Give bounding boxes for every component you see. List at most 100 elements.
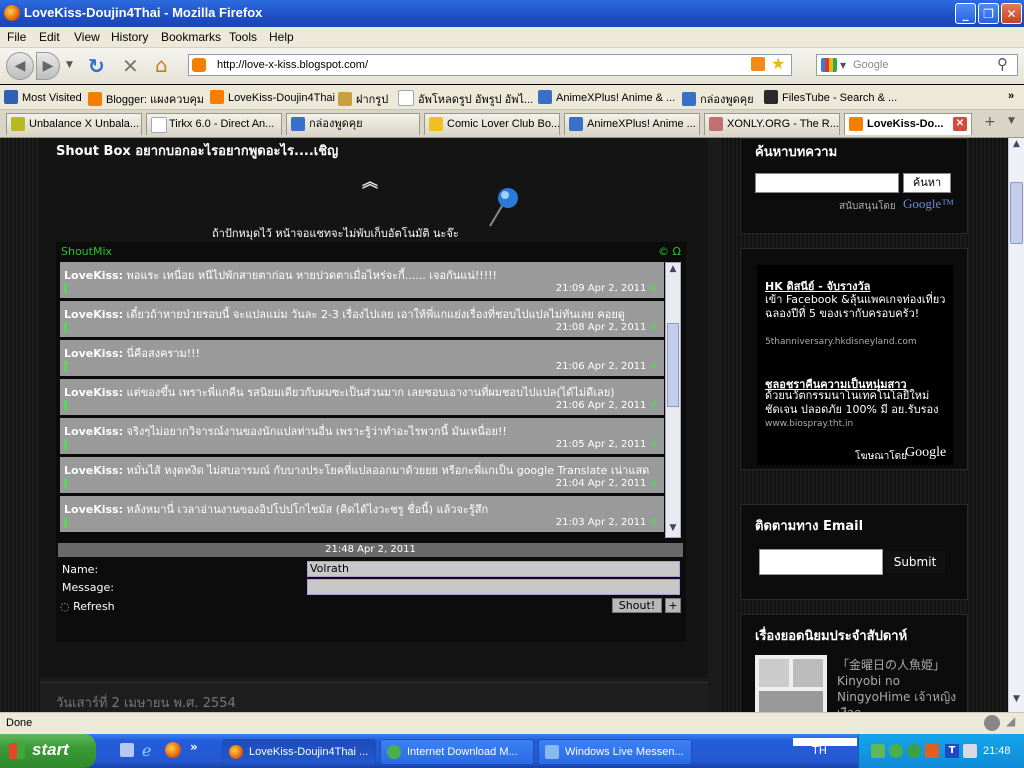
shout-button[interactable]: Shout! bbox=[612, 598, 662, 613]
blog-search-button[interactable]: ค้นหา bbox=[903, 173, 951, 193]
search-bar[interactable]: ▼ Google ⚲ bbox=[816, 54, 1018, 76]
tab-comic-lover[interactable]: Comic Lover Club Bo... bbox=[424, 113, 560, 135]
addon-status-icon[interactable] bbox=[984, 715, 1000, 731]
history-dropdown-icon[interactable]: ▼ bbox=[66, 60, 73, 70]
menu-bookmarks[interactable]: Bookmarks bbox=[161, 30, 221, 44]
bookmark-lovekiss[interactable]: LoveKiss-Doujin4Thai bbox=[210, 90, 335, 104]
quicklaunch-overflow-icon[interactable]: » bbox=[190, 740, 198, 754]
bookmark-animexplus[interactable]: AnimeXPlus! Anime & ... bbox=[538, 90, 675, 104]
tab-favicon-icon bbox=[429, 117, 443, 131]
stop-icon[interactable]: ✕ bbox=[122, 54, 139, 78]
tab-list-icon[interactable]: ▼ bbox=[1008, 116, 1015, 126]
more-options-button[interactable]: + bbox=[665, 598, 681, 613]
permalink-icon[interactable]: # bbox=[650, 322, 658, 333]
bookmark-most-visited[interactable]: Most Visited bbox=[4, 90, 82, 104]
ads-by-text[interactable]: โฆษณาโดย bbox=[855, 449, 907, 464]
tab-unbalance[interactable]: Unbalance X Unbala... bbox=[6, 113, 142, 135]
shout-user[interactable]: LoveKiss: bbox=[64, 269, 123, 282]
shout-user[interactable]: LoveKiss: bbox=[64, 308, 123, 321]
permalink-icon[interactable]: # bbox=[650, 517, 658, 528]
message-input[interactable] bbox=[307, 579, 680, 595]
task-idm[interactable]: Internet Download M... bbox=[380, 739, 534, 765]
bookmark-filestube[interactable]: FilesTube - Search & ... bbox=[764, 90, 897, 104]
blog-search-input[interactable] bbox=[755, 173, 899, 193]
bookmark-chatbox[interactable]: กล่องพูดคุย bbox=[682, 90, 754, 108]
page-scroll-up-icon[interactable]: ▲ bbox=[1010, 139, 1023, 153]
task-firefox[interactable]: LoveKiss-Doujin4Thai ... bbox=[222, 739, 376, 765]
page-scroll-thumb[interactable] bbox=[1010, 182, 1023, 244]
page-scrollbar[interactable]: ▲ ▼ bbox=[1008, 138, 1024, 712]
menu-tools[interactable]: Tools bbox=[229, 30, 257, 44]
shoutmix-help-icon[interactable]: © Ω bbox=[658, 245, 681, 258]
new-tab-icon[interactable]: + bbox=[984, 114, 996, 130]
clock[interactable]: 21:48 bbox=[983, 745, 1011, 757]
shout-user[interactable]: LoveKiss: bbox=[64, 425, 123, 438]
menu-view[interactable]: View bbox=[74, 30, 100, 44]
menu-help[interactable]: Help bbox=[269, 30, 294, 44]
tray-network-icon[interactable] bbox=[963, 744, 977, 758]
pushpin-icon[interactable] bbox=[486, 186, 520, 232]
scroll-up-icon[interactable]: ▲ bbox=[667, 264, 679, 276]
firefox-quicklaunch-icon[interactable] bbox=[165, 742, 181, 758]
reload-icon[interactable]: ↻ bbox=[88, 54, 105, 78]
url-bar[interactable]: http://love-x-kiss.blogspot.com/ ★ bbox=[188, 54, 792, 76]
shoutmix-brand[interactable]: ShoutMix bbox=[61, 245, 112, 258]
menu-file[interactable]: File bbox=[7, 30, 26, 44]
collapse-chevron-icon[interactable]: ︽ bbox=[362, 168, 378, 192]
maximize-button[interactable]: ❐ bbox=[978, 3, 999, 24]
email-submit-button[interactable]: Submit bbox=[885, 551, 945, 573]
shout-user[interactable]: LoveKiss: bbox=[64, 386, 123, 399]
bookmark-fakroop[interactable]: ฝากรูป bbox=[338, 90, 388, 108]
bookmark-star-icon[interactable]: ★ bbox=[771, 54, 785, 73]
engine-dropdown-icon[interactable]: ▼ bbox=[840, 61, 846, 70]
tab-chatbox[interactable]: กล่องพูดคุย bbox=[286, 113, 420, 135]
home-icon[interactable]: ⌂ bbox=[155, 53, 168, 77]
tab-tirkx[interactable]: Tirkx 6.0 - Direct An... bbox=[146, 113, 282, 135]
scroll-down-icon[interactable]: ▼ bbox=[667, 523, 679, 535]
page-scroll-down-icon[interactable]: ▼ bbox=[1010, 694, 1023, 708]
shout-user[interactable]: LoveKiss: bbox=[64, 503, 123, 516]
google-logo: Google™ bbox=[903, 196, 955, 211]
shout-scrollbar[interactable]: ▲ ▼ bbox=[665, 262, 681, 538]
bookmark-blogger[interactable]: Blogger: แผงควบคุม bbox=[88, 90, 204, 108]
permalink-icon[interactable]: # bbox=[650, 400, 658, 411]
language-indicator[interactable]: TH bbox=[812, 744, 827, 757]
ie-quicklaunch-icon[interactable]: ℯ bbox=[142, 741, 151, 760]
google-engine-icon[interactable] bbox=[821, 58, 837, 72]
tray-security-icon[interactable] bbox=[925, 744, 939, 758]
show-desktop-icon[interactable] bbox=[120, 743, 134, 757]
start-button[interactable]: start bbox=[0, 734, 96, 768]
email-input[interactable] bbox=[759, 549, 883, 575]
back-button[interactable]: ◀ bbox=[6, 52, 34, 80]
menu-history[interactable]: History bbox=[111, 30, 148, 44]
ads-google-logo[interactable]: Google bbox=[905, 445, 946, 461]
shout-user[interactable]: LoveKiss: bbox=[64, 464, 123, 477]
permalink-icon[interactable]: # bbox=[650, 439, 658, 450]
name-input[interactable]: Volrath bbox=[307, 561, 680, 577]
task-messenger[interactable]: Windows Live Messen... bbox=[538, 739, 692, 765]
tab-close-icon[interactable]: ✕ bbox=[953, 117, 967, 131]
minimize-button[interactable]: _ bbox=[955, 3, 976, 24]
tab-lovekiss-active[interactable]: LoveKiss-Do... ✕ bbox=[844, 113, 972, 135]
tray-messenger-icon[interactable] bbox=[907, 744, 921, 758]
tray-idm-icon[interactable] bbox=[889, 744, 903, 758]
close-button[interactable]: ✕ bbox=[1001, 3, 1022, 24]
forward-button[interactable]: ▶ bbox=[36, 52, 60, 80]
tab-animexplus[interactable]: AnimeXPlus! Anime ... bbox=[564, 113, 700, 135]
bookmark-upload-image[interactable]: อัพโหลดรูป อัพรูป อัพไ... bbox=[398, 90, 533, 108]
permalink-icon[interactable]: # bbox=[650, 361, 658, 372]
tab-xonly[interactable]: XONLY.ORG - The R... bbox=[704, 113, 840, 135]
bookmarks-overflow-icon[interactable]: » bbox=[1008, 90, 1014, 102]
scroll-thumb[interactable] bbox=[667, 323, 679, 407]
tray-t-icon[interactable]: T bbox=[945, 744, 959, 758]
refresh-link[interactable]: ◌ Refresh bbox=[60, 600, 115, 613]
shout-user[interactable]: LoveKiss: bbox=[64, 347, 123, 360]
tray-app-icon[interactable] bbox=[871, 744, 885, 758]
menu-edit[interactable]: Edit bbox=[39, 30, 60, 44]
permalink-icon[interactable]: # bbox=[650, 478, 658, 489]
permalink-icon[interactable]: # bbox=[650, 283, 658, 294]
search-go-icon[interactable]: ⚲ bbox=[997, 55, 1008, 73]
ad-url[interactable]: 5thanniversary.hkdisneyland.com bbox=[765, 337, 949, 347]
ad-url[interactable]: www.biospray.tht.in bbox=[765, 419, 949, 429]
rss-feed-icon[interactable] bbox=[751, 57, 765, 71]
